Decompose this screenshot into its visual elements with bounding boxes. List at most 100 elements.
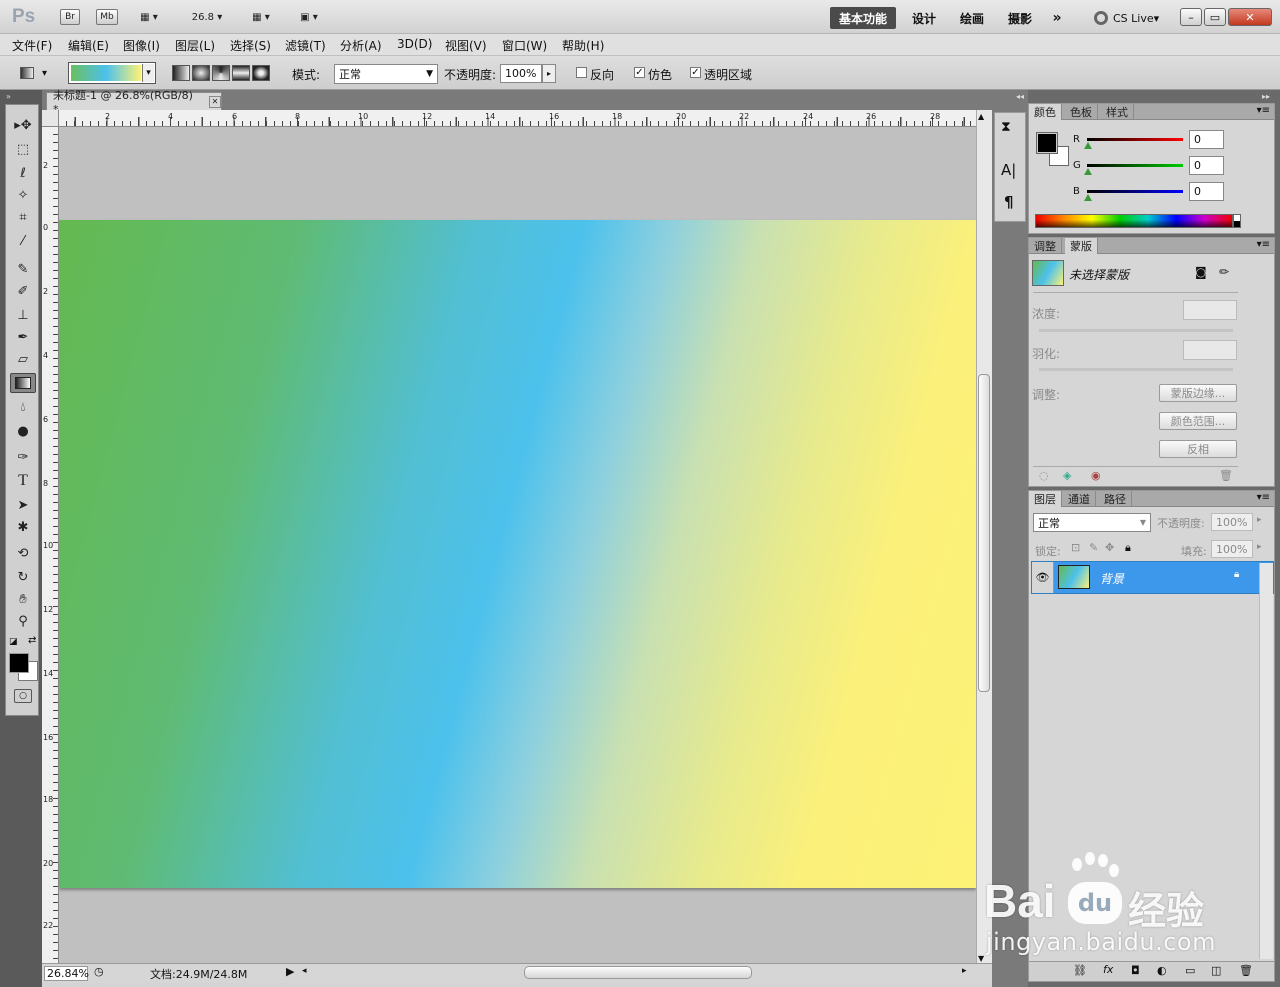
chevron-right-icon[interactable]: ▸ (1257, 542, 1262, 552)
pixel-mask-icon[interactable]: ◙ (1195, 265, 1207, 279)
black-white-swatch[interactable] (1233, 214, 1241, 228)
angle-gradient-icon[interactable] (212, 65, 230, 81)
tab-masks[interactable]: 蒙版 (1065, 238, 1098, 254)
tab-paths[interactable]: 路径 (1099, 491, 1132, 507)
trash-icon[interactable]: 🗑︎ (1239, 964, 1253, 977)
brush-tool-icon[interactable]: ✐ (10, 281, 36, 301)
disable-mask-icon[interactable]: ◉ (1091, 469, 1101, 482)
gradient-tool-icon[interactable] (10, 373, 36, 393)
menu-3d[interactable]: 3D(D) (397, 37, 432, 51)
apply-mask-icon[interactable]: ◈ (1063, 469, 1071, 482)
menu-help[interactable]: 帮助(H) (562, 37, 604, 54)
status-info-icon[interactable]: ◷ (94, 965, 104, 978)
scroll-up-icon[interactable]: ▲ (978, 112, 984, 121)
chevron-right-icon[interactable]: ▸ (1257, 515, 1262, 525)
document-canvas[interactable] (59, 220, 976, 888)
type-tool-icon[interactable]: T (10, 471, 36, 491)
b-slider[interactable] (1087, 190, 1183, 193)
layer-style-icon[interactable]: fx (1103, 963, 1113, 976)
close-window-button[interactable]: ✕ (1228, 8, 1272, 26)
invert-button[interactable]: 反相 (1159, 440, 1237, 458)
panel-menu-icon[interactable]: ▾≡ (1257, 492, 1270, 503)
adjustment-layer-icon[interactable]: ◐ (1157, 964, 1167, 977)
swap-colors-icon[interactable]: ⇄ (28, 635, 36, 646)
marquee-tool-icon[interactable]: ⬚ (10, 139, 36, 159)
document-tab[interactable]: 未标题-1 @ 26.8%(RGB/8) * ✕ (46, 89, 222, 116)
lock-pixels-icon[interactable]: ✎ (1089, 541, 1098, 554)
tab-adjustments[interactable]: 调整 (1029, 238, 1062, 254)
scrollbar-thumb[interactable] (978, 374, 990, 692)
density-slider[interactable] (1039, 329, 1233, 332)
tab-color[interactable]: 颜色 (1029, 104, 1062, 120)
r-value-input[interactable]: 0 (1189, 130, 1224, 149)
foreground-color-swatch[interactable] (9, 653, 29, 673)
menu-image[interactable]: 图像(I) (123, 37, 160, 54)
workspace-painting[interactable]: 绘画 (950, 7, 994, 29)
pen-tool-icon[interactable]: ✑ (10, 447, 36, 467)
g-slider[interactable] (1087, 164, 1183, 167)
menu-file[interactable]: 文件(F) (12, 37, 52, 54)
zoom-tool-icon[interactable]: ⚲ (10, 611, 36, 631)
blur-tool-icon[interactable]: 💧︎ (10, 397, 36, 417)
bridge-button[interactable]: Br (60, 9, 80, 25)
tab-styles[interactable]: 样式 (1101, 104, 1134, 120)
reflected-gradient-icon[interactable] (232, 65, 250, 81)
opacity-slider-button[interactable]: ▸ (542, 64, 556, 83)
b-slider-thumb[interactable] (1084, 194, 1092, 201)
b-value-input[interactable]: 0 (1189, 182, 1224, 201)
history-panel-icon[interactable]: ⧗ (1001, 119, 1011, 135)
status-menu-arrow-icon[interactable]: ▶ (286, 965, 294, 978)
new-layer-icon[interactable]: ◫ (1211, 964, 1221, 977)
menu-analysis[interactable]: 分析(A) (340, 37, 382, 54)
lock-transparency-icon[interactable]: ⊡ (1071, 541, 1080, 554)
tool-preset-picker[interactable]: ▾ (20, 64, 56, 82)
crop-tool-icon[interactable]: ⌗ (10, 207, 36, 227)
menu-view[interactable]: 视图(V) (445, 37, 487, 54)
gradient-picker[interactable]: ▾ (68, 62, 156, 84)
add-mask-icon[interactable]: ◘ (1131, 964, 1140, 977)
screen-mode-button[interactable]: ▣ ▾ (292, 8, 326, 26)
workspace-photography[interactable]: 摄影 (1000, 7, 1040, 29)
menu-edit[interactable]: 编辑(E) (68, 37, 109, 54)
mini-bridge-button[interactable]: Mb (96, 9, 118, 25)
tab-swatches[interactable]: 色板 (1065, 104, 1098, 120)
color-spectrum-bar[interactable] (1035, 214, 1233, 228)
hand-tool-icon[interactable]: ✋︎ (10, 589, 36, 609)
scroll-left-icon[interactable]: ◂ (302, 966, 307, 976)
load-selection-icon[interactable]: ◌ (1039, 469, 1049, 482)
mode-select[interactable]: 正常 ▼ (334, 64, 438, 84)
eyedropper-tool-icon[interactable]: ⁄ (10, 231, 36, 251)
dither-checkbox[interactable]: ✓ (634, 67, 645, 78)
link-layers-icon[interactable]: ⛓︎ (1073, 964, 1087, 977)
move-tool-icon[interactable]: ▸✥ (10, 115, 36, 135)
foreground-color-swatch[interactable] (1036, 132, 1058, 154)
vector-mask-icon[interactable]: ✏︎ (1219, 265, 1229, 279)
linear-gradient-icon[interactable] (172, 65, 190, 81)
transparency-checkbox[interactable]: ✓ (690, 67, 701, 78)
zoom-level-menu[interactable]: 26.8 ▾ (184, 8, 230, 26)
quick-mask-icon[interactable]: ○ (14, 689, 32, 703)
dock-expand-icon[interactable]: ◂◂ (1016, 92, 1024, 101)
3d-rotate-tool-icon[interactable]: ⟲ (10, 543, 36, 563)
clone-stamp-tool-icon[interactable]: ⊥ (10, 305, 36, 325)
blend-mode-select[interactable]: 正常 ▼ (1033, 513, 1151, 532)
new-group-icon[interactable]: ▭ (1185, 964, 1195, 977)
reverse-checkbox[interactable] (576, 67, 587, 78)
density-input[interactable] (1183, 300, 1237, 320)
path-selection-tool-icon[interactable]: ➤ (10, 495, 36, 515)
lasso-tool-icon[interactable]: ℓ (10, 163, 36, 183)
close-icon[interactable]: ✕ (209, 95, 221, 108)
menu-select[interactable]: 选择(S) (230, 37, 271, 54)
color-range-button[interactable]: 颜色范围... (1159, 412, 1237, 430)
quick-selection-tool-icon[interactable]: ✧ (10, 185, 36, 205)
dodge-tool-icon[interactable]: ● (10, 421, 36, 441)
zoom-input[interactable]: 26.84% (44, 966, 89, 981)
default-colors-icon[interactable]: ◪ (9, 637, 18, 647)
r-slider-thumb[interactable] (1084, 142, 1092, 149)
eraser-tool-icon[interactable]: ▱ (10, 349, 36, 369)
layer-row-background[interactable]: 👁︎ 背景 🔒︎ (1031, 561, 1274, 594)
paragraph-panel-icon[interactable]: ¶ (1004, 193, 1014, 211)
panel-menu-icon[interactable]: ▾≡ (1257, 105, 1270, 116)
horizontal-scrollbar-thumb[interactable] (524, 966, 752, 979)
workspace-design[interactable]: 设计 (904, 7, 944, 29)
